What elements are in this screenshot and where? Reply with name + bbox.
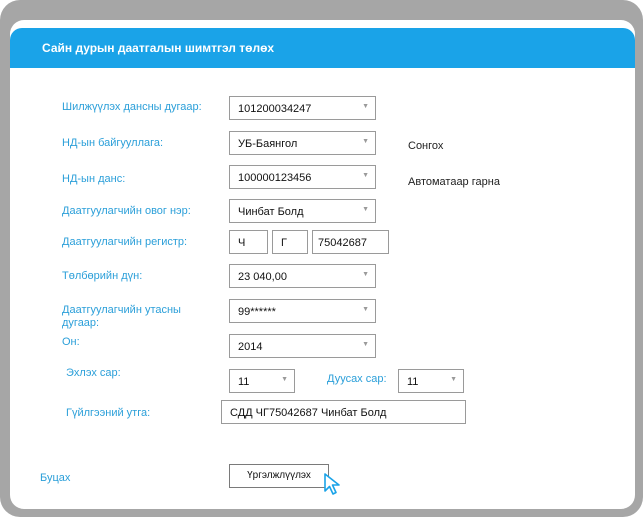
form-panel: Сайн дурын даатгалын шимтгэл төлөх Шилжү… bbox=[10, 20, 635, 509]
phone-select[interactable]: 99****** ▼ bbox=[229, 299, 376, 323]
name-label: Даатгуулагчийн овог нэр: bbox=[62, 205, 191, 217]
year-label: Он: bbox=[62, 336, 80, 348]
phone-label-line1: Даатгуулагчийн утасны bbox=[62, 304, 181, 316]
auto-fill-hint: Автоматаар гарна bbox=[408, 176, 500, 188]
chevron-down-icon: ▼ bbox=[281, 376, 288, 383]
amount-label: Төлбөрийн дүн: bbox=[62, 270, 143, 282]
register-label: Даатгуулагчийн регистр: bbox=[62, 236, 188, 248]
chevron-down-icon: ▼ bbox=[362, 271, 369, 278]
chevron-down-icon: ▼ bbox=[362, 172, 369, 179]
page-title: Сайн дурын даатгалын шимтгэл төлөх bbox=[42, 41, 275, 55]
register-letter2-field[interactable]: Г bbox=[272, 230, 308, 254]
phone-label-line2: дугаар: bbox=[62, 317, 100, 329]
org-select[interactable]: УБ-Баянгол ▼ bbox=[229, 131, 376, 155]
nd-account-select[interactable]: 100000123456 ▼ bbox=[229, 165, 376, 189]
org-label: НД-ын байгууллага: bbox=[62, 137, 164, 149]
name-select[interactable]: Чинбат Болд ▼ bbox=[229, 199, 376, 223]
register-letter1-field[interactable]: Ч bbox=[229, 230, 268, 254]
account-label: Шилжүүлэх дансны дугаар: bbox=[62, 101, 202, 113]
title-bar: Сайн дурын даатгалын шимтгэл төлөх bbox=[10, 28, 635, 68]
chevron-down-icon: ▼ bbox=[450, 376, 457, 383]
start-month-label: Эхлэх сар: bbox=[66, 367, 121, 379]
chevron-down-icon: ▼ bbox=[362, 341, 369, 348]
amount-select[interactable]: 23 040,00 ▼ bbox=[229, 264, 376, 288]
chevron-down-icon: ▼ bbox=[362, 138, 369, 145]
nd-account-label: НД-ын данс: bbox=[62, 173, 126, 185]
account-select[interactable]: 101200034247 ▼ bbox=[229, 96, 376, 120]
description-label: Гүйлгээний утга: bbox=[66, 407, 151, 419]
end-month-select[interactable]: 11 ▼ bbox=[398, 369, 464, 393]
chevron-down-icon: ▼ bbox=[362, 103, 369, 110]
select-hint: Сонгох bbox=[408, 140, 444, 152]
chevron-down-icon: ▼ bbox=[362, 306, 369, 313]
back-link[interactable]: Буцах bbox=[40, 472, 70, 484]
chevron-down-icon: ▼ bbox=[362, 206, 369, 213]
continue-button[interactable]: Үргэлжлүүлэх bbox=[229, 464, 329, 488]
end-month-label: Дуусах сар: bbox=[327, 373, 387, 385]
start-month-select[interactable]: 11 ▼ bbox=[229, 369, 295, 393]
register-digits-field[interactable]: 75042687 bbox=[312, 230, 389, 254]
mouse-pointer-icon bbox=[324, 473, 340, 495]
year-select[interactable]: 2014 ▼ bbox=[229, 334, 376, 358]
description-field[interactable]: СДД ЧГ75042687 Чинбат Болд bbox=[221, 400, 466, 424]
